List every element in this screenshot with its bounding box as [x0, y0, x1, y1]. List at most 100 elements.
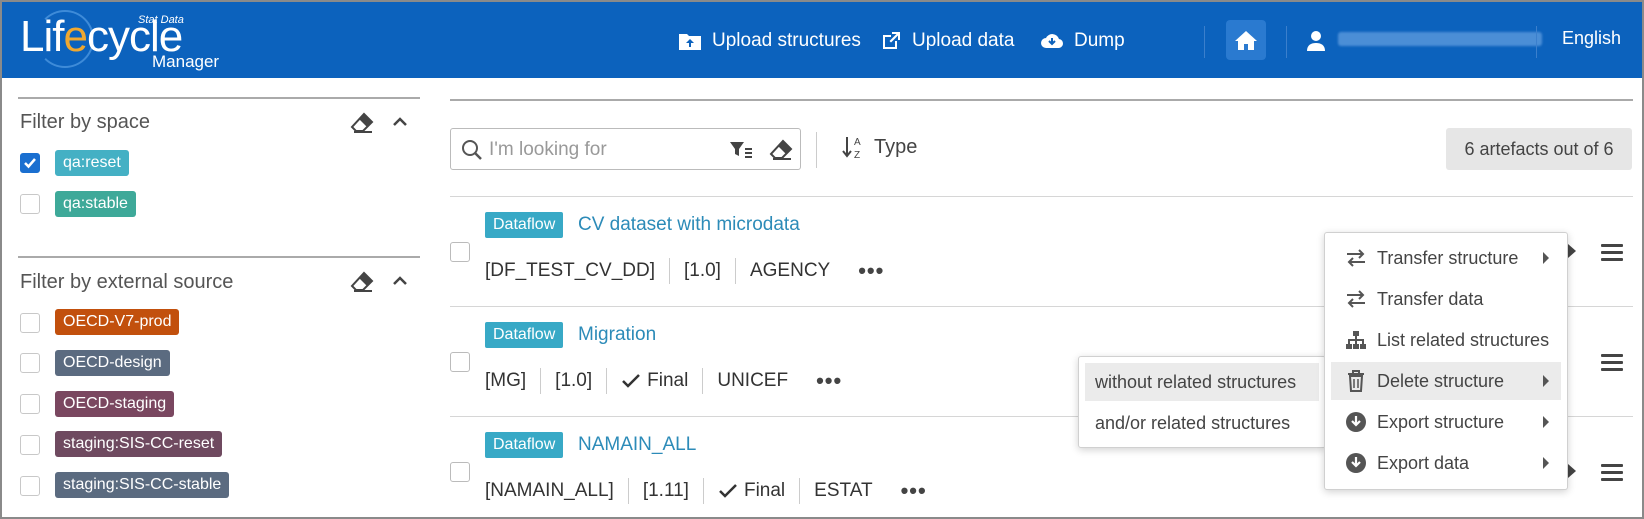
toolbar-separator [816, 132, 817, 168]
export-structure-label: Export structure [1377, 411, 1505, 432]
artefact-id: [NAMAIN_ALL] [485, 478, 629, 504]
language-selector[interactable]: English [1562, 28, 1621, 49]
space-tag-qa-reset[interactable]: qa:reset [55, 150, 129, 176]
home-button[interactable] [1226, 20, 1266, 60]
sort-by-type-button[interactable]: AZ Type [842, 134, 917, 160]
user-menu[interactable] [1306, 26, 1336, 56]
row-checkbox[interactable] [450, 462, 470, 482]
submenu-caret-icon [1543, 252, 1549, 264]
sort-label: Type [874, 135, 918, 158]
checkbox-oecd-v7-prod[interactable] [20, 313, 40, 333]
more-options-icon[interactable]: ••• [887, 478, 927, 504]
download-circle-icon [1346, 412, 1366, 432]
more-options-icon[interactable]: ••• [844, 258, 884, 284]
external-link-icon [883, 32, 900, 49]
source-tag-staging-sis-cc-reset[interactable]: staging:SIS-CC-reset [55, 431, 223, 457]
source-tag-oecd-staging[interactable]: OECD-staging [55, 391, 175, 417]
row-checkbox[interactable] [450, 352, 470, 372]
delete-submenu: without related structures and/or relate… [1078, 356, 1326, 448]
trash-icon [1348, 370, 1364, 392]
search-box [450, 128, 801, 170]
dump-button[interactable]: Dump [1040, 26, 1125, 56]
artefact-title-link[interactable]: CV dataset with microdata [578, 214, 800, 236]
upload-data-button[interactable]: Upload data [880, 26, 1014, 56]
app-logo[interactable]: Lifecycle Stat Data Manager [20, 8, 220, 72]
main-divider [450, 99, 1633, 101]
panel-divider [18, 256, 420, 258]
transfer-data-label: Transfer data [1377, 288, 1484, 309]
row-divider [450, 196, 1633, 197]
collapse-button[interactable] [392, 273, 408, 291]
checkbox-qa-stable[interactable] [20, 194, 40, 214]
upload-folder-icon [679, 34, 701, 50]
row-checkbox[interactable] [450, 242, 470, 262]
transfer-structure-label: Transfer structure [1377, 247, 1519, 268]
collapse-button[interactable] [392, 114, 408, 132]
filter-list-icon[interactable] [729, 140, 753, 160]
list-related-structures-item[interactable]: List related structures [1331, 321, 1561, 359]
row-action-arrow[interactable] [1568, 244, 1576, 258]
search-icon [462, 140, 482, 160]
checkbox-staging-sis-cc-reset[interactable] [20, 435, 40, 455]
artefact-id: [MG] [485, 368, 542, 394]
artefact-version: [1.11] [629, 478, 704, 504]
hamburger-menu-icon[interactable] [1601, 354, 1623, 372]
submenu-caret-icon [1543, 375, 1549, 387]
logo-manager: Manager [152, 52, 220, 71]
checkbox-qa-reset[interactable] [20, 153, 40, 173]
final-status: Final [607, 368, 704, 394]
transfer-icon [1347, 249, 1365, 267]
svg-text:Z: Z [854, 150, 860, 160]
type-badge: Dataflow [485, 432, 564, 458]
source-filter-title: Filter by external source [20, 271, 234, 293]
delete-with-related-item[interactable]: and/or related structures [1085, 404, 1319, 442]
more-options-icon[interactable]: ••• [802, 368, 842, 394]
artefact-id: [DF_TEST_CV_DD] [485, 258, 670, 284]
upload-structures-button[interactable]: Upload structures [678, 26, 861, 56]
checkbox-oecd-staging[interactable] [20, 394, 40, 414]
artefact-version: [1.0] [541, 368, 608, 394]
hamburger-menu-icon[interactable] [1601, 244, 1623, 262]
checkmark-icon [24, 158, 36, 169]
logo-stat-data: Stat Data [138, 14, 184, 26]
transfer-data-item[interactable]: Transfer data [1331, 280, 1561, 318]
final-label: Final [647, 370, 689, 391]
artefact-title-link[interactable]: Migration [578, 324, 656, 346]
sort-alpha-icon: AZ [842, 137, 861, 160]
eraser-icon[interactable] [769, 139, 793, 161]
search-input[interactable] [489, 137, 709, 163]
export-data-item[interactable]: Export data [1331, 444, 1561, 482]
header-separator [1204, 26, 1205, 58]
artefact-agency: UNICEF [717, 370, 789, 391]
checkmark-icon [622, 374, 641, 388]
row-action-arrow[interactable] [1568, 464, 1576, 478]
type-badge: Dataflow [485, 212, 564, 238]
user-name-redacted [1338, 32, 1542, 46]
clear-filter-button[interactable] [350, 112, 374, 139]
top-header: Lifecycle Stat Data Manager Upload struc… [2, 2, 1642, 78]
list-related-structures-label: List related structures [1377, 329, 1550, 350]
header-separator [1536, 26, 1537, 58]
checkbox-staging-sis-cc-stable[interactable] [20, 476, 40, 496]
checkbox-oecd-design[interactable] [20, 353, 40, 373]
source-tag-staging-sis-cc-stable[interactable]: staging:SIS-CC-stable [55, 472, 230, 498]
chevron-up-icon [393, 117, 407, 126]
eraser-icon [350, 112, 374, 133]
transfer-structure-item[interactable]: Transfer structure [1331, 239, 1561, 277]
sitemap-icon [1346, 331, 1366, 349]
upload-structures-label: Upload structures [712, 30, 861, 51]
delete-structure-item[interactable]: Delete structure [1331, 362, 1561, 400]
dump-label: Dump [1074, 30, 1125, 51]
source-tag-oecd-design[interactable]: OECD-design [55, 350, 170, 376]
artefact-title-link[interactable]: NAMAIN_ALL [578, 434, 696, 456]
delete-without-related-item[interactable]: without related structures [1085, 363, 1319, 401]
source-tag-oecd-v7-prod[interactable]: OECD-V7-prod [55, 309, 180, 335]
hamburger-menu-icon[interactable] [1601, 464, 1623, 482]
space-tag-qa-stable[interactable]: qa:stable [55, 191, 136, 217]
eraser-icon [350, 271, 374, 292]
home-icon [1235, 31, 1257, 50]
artefact-count: 6 artefacts out of 6 [1446, 128, 1632, 170]
type-badge: Dataflow [485, 322, 564, 348]
clear-filter-button[interactable] [350, 271, 374, 298]
export-structure-item[interactable]: Export structure [1331, 403, 1561, 441]
